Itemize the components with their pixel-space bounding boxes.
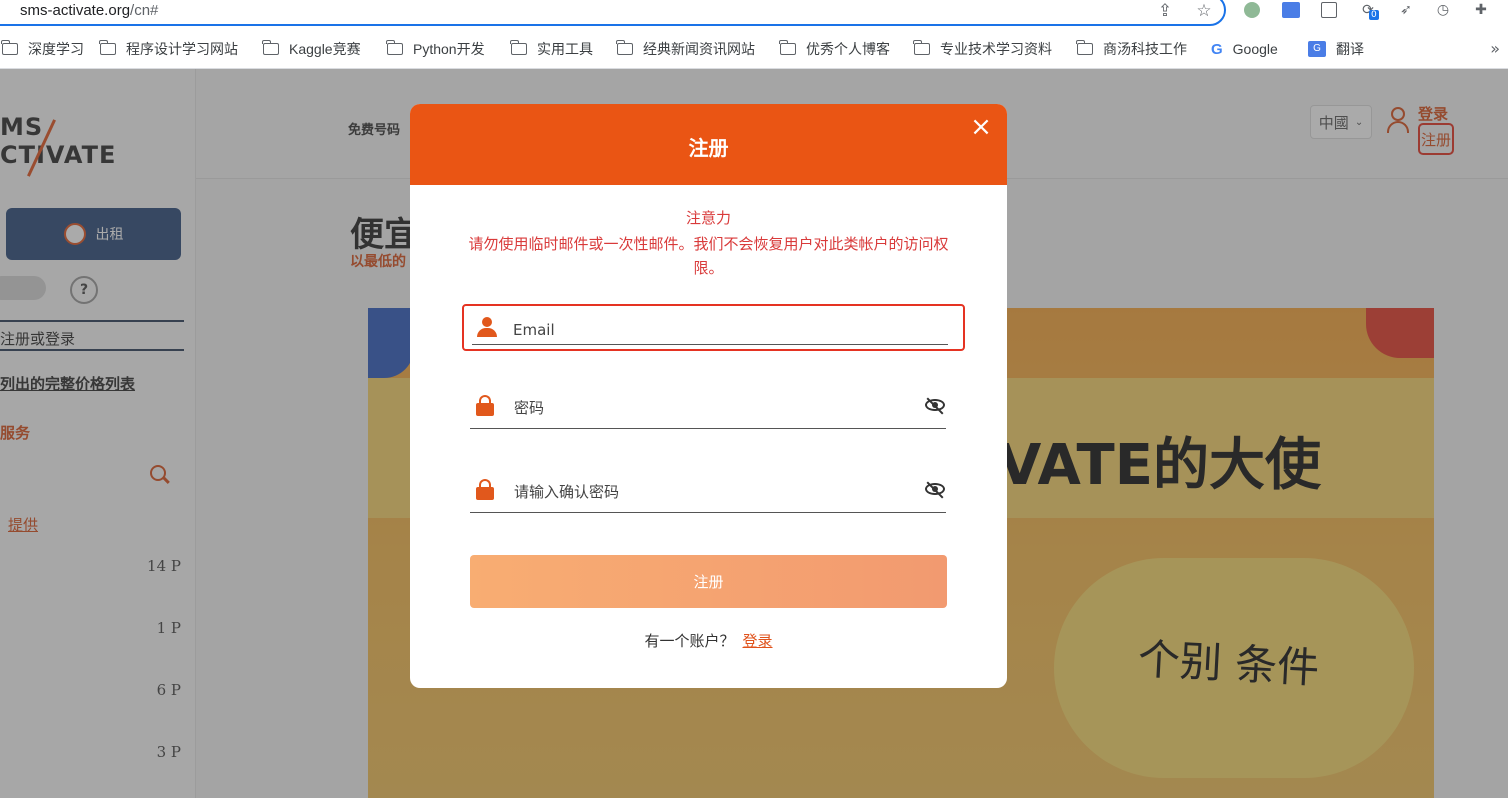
- extension-badge: 0: [1369, 10, 1379, 20]
- eye-slash-icon[interactable]: [924, 397, 946, 415]
- register-modal: 注册 × 注意力 请勿使用临时邮件或一次性邮件。我们不会恢复用户对此类帐户的访问…: [410, 104, 1007, 688]
- folder-icon: [1076, 40, 1093, 55]
- bookmark-folder[interactable]: Kaggle竞赛: [262, 39, 361, 59]
- login-prompt: 有一个账户？ 登录: [410, 630, 1007, 651]
- extension-record-icon[interactable]: [1241, 0, 1263, 20]
- translate-icon: G: [1308, 41, 1326, 57]
- password-placeholder: 密码: [514, 399, 545, 417]
- modal-title: 注册: [688, 136, 729, 160]
- google-icon: G: [1211, 40, 1223, 58]
- bookmarks-more-icon[interactable]: »: [1490, 39, 1500, 58]
- folder-icon: [510, 40, 527, 55]
- confirm-password-field[interactable]: 请输入确认密码: [470, 467, 946, 513]
- eye-slash-icon[interactable]: [924, 481, 946, 499]
- lock-icon: [476, 395, 494, 416]
- folder-icon: [779, 40, 796, 55]
- warning-text: 请勿使用临时邮件或一次性邮件。我们不会恢复用户对此类帐户的访问权限。: [468, 235, 949, 277]
- bookmark-folder[interactable]: 实用工具: [510, 39, 593, 59]
- bookmarks-bar: 深度学习 程序设计学习网站 Kaggle竞赛 Python开发 实用工具 经典新…: [0, 34, 1508, 64]
- bookmark-folder[interactable]: 深度学习: [1, 39, 84, 59]
- folder-icon: [386, 40, 403, 55]
- folder-icon: [262, 40, 279, 55]
- folder-icon: [913, 40, 930, 55]
- bookmark-star-icon[interactable]: ☆: [1193, 0, 1215, 22]
- bookmark-folder[interactable]: 经典新闻资讯网站: [616, 39, 755, 59]
- arrow-extension-icon[interactable]: ➶: [1395, 0, 1417, 20]
- confirm-password-placeholder: 请输入确认密码: [514, 483, 620, 501]
- email-underline: [472, 344, 948, 345]
- register-submit-button[interactable]: 注册: [470, 555, 947, 608]
- bookmark-google[interactable]: G Google: [1211, 39, 1278, 59]
- puzzle-extensions-icon[interactable]: ✚: [1470, 0, 1492, 20]
- bookmark-folder[interactable]: Python开发: [386, 39, 485, 59]
- bookmark-folder[interactable]: 程序设计学习网站: [99, 39, 238, 59]
- have-account-text: 有一个账户？: [644, 632, 735, 650]
- folder-icon: [1, 40, 18, 55]
- bookmark-translate[interactable]: G 翻译: [1308, 39, 1364, 59]
- folder-icon: [616, 40, 633, 55]
- bookmark-folder[interactable]: 商汤科技工作: [1076, 39, 1187, 59]
- password-field[interactable]: 密码: [470, 383, 946, 429]
- email-placeholder: Email: [513, 321, 555, 339]
- close-icon[interactable]: ×: [969, 114, 993, 140]
- lock-icon: [476, 479, 494, 500]
- folder-icon: [99, 40, 116, 55]
- browser-toolbar: sms-activate.org/cn# ⇪ ☆ ⟳ 0 ➶ ◷ ✚: [0, 0, 1508, 30]
- bookmark-folder[interactable]: 专业技术学习资料: [913, 39, 1052, 59]
- translate-extension-icon[interactable]: [1280, 0, 1302, 20]
- sync-extension-icon[interactable]: ⟳ 0: [1357, 0, 1379, 20]
- modal-login-link[interactable]: 登录: [743, 632, 773, 650]
- modal-header: 注册 ×: [410, 104, 1007, 185]
- warning-title: 注意力: [685, 209, 731, 227]
- email-field[interactable]: Email: [462, 304, 965, 351]
- screenshot-extension-icon[interactable]: [1318, 0, 1340, 20]
- clock-extension-icon[interactable]: ◷: [1432, 0, 1454, 20]
- person-icon: [477, 317, 497, 337]
- bookmark-folder[interactable]: 优秀个人博客: [779, 39, 890, 59]
- url-text[interactable]: sms-activate.org/cn#: [20, 2, 158, 19]
- address-bar[interactable]: [0, 0, 1226, 26]
- share-icon[interactable]: ⇪: [1154, 0, 1176, 22]
